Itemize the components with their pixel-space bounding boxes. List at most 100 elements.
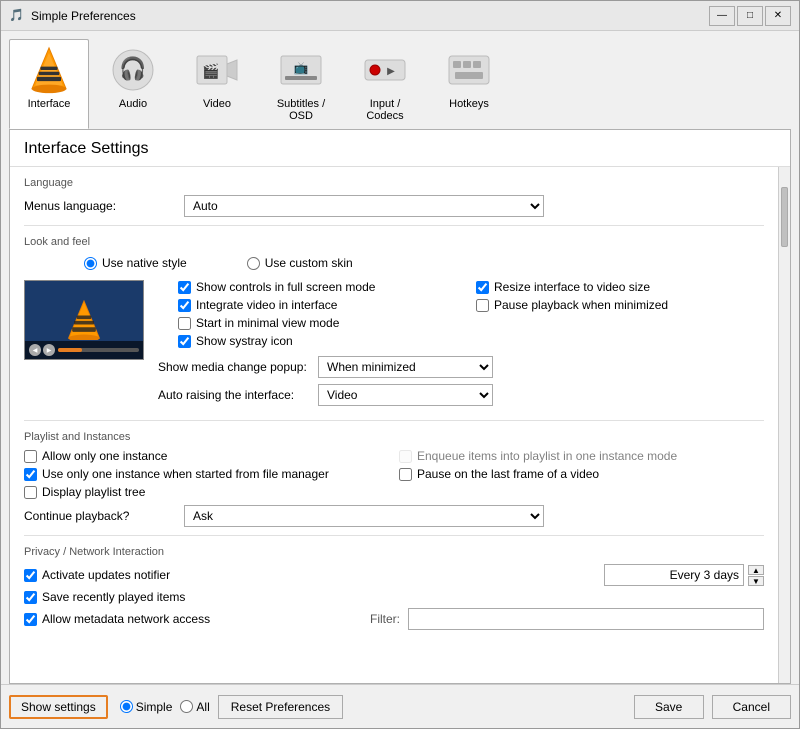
show-media-popup-select[interactable]: When minimized Never Always [318, 356, 493, 378]
nav-label-video: Video [203, 98, 231, 110]
check-display-playlist-label: Display playlist tree [42, 485, 145, 499]
playlist-checkboxes-left: Allow only one instance Use only one ins… [24, 449, 389, 499]
radio-custom-input[interactable] [247, 257, 260, 270]
save-button[interactable]: Save [634, 695, 704, 719]
check-minimal-view-input[interactable] [178, 317, 191, 330]
playlist-section: Playlist and Instances Allow only one in… [24, 431, 764, 527]
check-pause-last[interactable]: Pause on the last frame of a video [399, 467, 764, 481]
check-pause-minimized-input[interactable] [476, 299, 489, 312]
check-recently-played-input[interactable] [24, 591, 37, 604]
updates-row: Activate updates notifier ▲ ▼ [24, 564, 764, 586]
check-one-instance-input[interactable] [24, 450, 37, 463]
minimize-button[interactable]: — [709, 6, 735, 26]
check-resize-video-label: Resize interface to video size [494, 280, 650, 294]
nav-item-hotkeys[interactable]: Hotkeys [429, 39, 509, 129]
check-recently-played-label: Save recently played items [42, 590, 185, 604]
check-pause-last-label: Pause on the last frame of a video [417, 467, 599, 481]
app-icon: 🎵 [9, 8, 25, 24]
check-display-playlist-input[interactable] [24, 486, 37, 499]
nav-label-interface: Interface [28, 98, 71, 110]
continue-playback-select[interactable]: Ask Never Always [184, 505, 544, 527]
updates-up-btn[interactable]: ▲ [748, 565, 764, 575]
nav-item-audio[interactable]: 🎧 Audio [93, 39, 173, 129]
check-one-instance-files-input[interactable] [24, 468, 37, 481]
updates-down-btn[interactable]: ▼ [748, 576, 764, 586]
video-icon: 🎬 [193, 46, 241, 94]
check-updates-input[interactable] [24, 569, 37, 582]
radio-simple[interactable]: Simple [120, 700, 173, 714]
checkboxes-col1: Show controls in full screen mode Integr… [178, 280, 466, 348]
radio-native[interactable]: Use native style [84, 256, 187, 270]
continue-playback-row: Continue playback? Ask Never Always [24, 505, 764, 527]
radio-simple-input[interactable] [120, 700, 133, 713]
check-one-instance[interactable]: Allow only one instance [24, 449, 389, 463]
auto-raising-select[interactable]: Video Audio Never [318, 384, 493, 406]
maximize-button[interactable]: □ [737, 6, 763, 26]
nav-item-subtitles[interactable]: 📺 Subtitles / OSD [261, 39, 341, 129]
check-minimal-view[interactable]: Start in minimal view mode [178, 316, 466, 330]
updates-right: ▲ ▼ [604, 564, 764, 586]
view-mode-radio-group: Simple All [120, 700, 210, 714]
nav-label-audio: Audio [119, 98, 147, 110]
show-media-popup-label: Show media change popup: [158, 360, 318, 374]
filter-label: Filter: [370, 612, 400, 626]
check-integrate-video-input[interactable] [178, 299, 191, 312]
settings-scroll-area[interactable]: Language Menus language: Auto English Fr… [10, 167, 778, 683]
check-resize-video-input[interactable] [476, 281, 489, 294]
radio-all[interactable]: All [180, 700, 209, 714]
check-integrate-video[interactable]: Integrate video in interface [178, 298, 466, 312]
check-pause-last-input[interactable] [399, 468, 412, 481]
look-feel-label: Look and feel [24, 236, 764, 248]
style-radio-group: Use native style Use custom skin [84, 256, 764, 270]
reset-preferences-button[interactable]: Reset Preferences [218, 695, 343, 719]
check-pause-minimized[interactable]: Pause playback when minimized [476, 298, 764, 312]
nav-item-input[interactable]: ▶ Input / Codecs [345, 39, 425, 129]
playlist-section-label: Playlist and Instances [24, 431, 764, 443]
filter-input[interactable] [408, 608, 764, 630]
menus-language-select[interactable]: Auto English French German Spanish [184, 195, 544, 217]
check-enqueue[interactable]: Enqueue items into playlist in one insta… [399, 449, 764, 463]
svg-text:🎧: 🎧 [119, 56, 146, 81]
check-updates[interactable]: Activate updates notifier [24, 568, 604, 582]
auto-raising-label: Auto raising the interface: [158, 388, 318, 402]
radio-native-label: Use native style [102, 256, 187, 270]
vlc-preview-thumbnail: ◀ ▶ [24, 280, 144, 360]
check-systray[interactable]: Show systray icon [178, 334, 466, 348]
vertical-scrollbar[interactable] [778, 167, 790, 683]
radio-custom[interactable]: Use custom skin [247, 256, 353, 270]
check-metadata-label: Allow metadata network access [42, 612, 210, 626]
nav-item-video[interactable]: 🎬 Video [177, 39, 257, 129]
main-window: 🎵 Simple Preferences — □ ✕ [0, 0, 800, 729]
check-systray-label: Show systray icon [196, 334, 293, 348]
check-recently-played[interactable]: Save recently played items [24, 590, 764, 604]
updates-frequency-input[interactable] [604, 564, 744, 586]
check-metadata[interactable]: Allow metadata network access [24, 612, 370, 626]
menus-language-row: Menus language: Auto English French Germ… [24, 195, 764, 217]
page-title: Interface Settings [10, 130, 790, 167]
svg-text:📺: 📺 [294, 61, 309, 75]
nav-item-interface[interactable]: Interface [9, 39, 89, 129]
check-enqueue-input[interactable] [399, 450, 412, 463]
check-minimal-view-label: Start in minimal view mode [196, 316, 339, 330]
title-bar: 🎵 Simple Preferences — □ ✕ [1, 1, 799, 31]
close-button[interactable]: ✕ [765, 6, 791, 26]
check-one-instance-files[interactable]: Use only one instance when started from … [24, 467, 389, 481]
check-fullscreen-label: Show controls in full screen mode [196, 280, 375, 294]
cancel-button[interactable]: Cancel [712, 695, 791, 719]
check-fullscreen-input[interactable] [178, 281, 191, 294]
check-metadata-input[interactable] [24, 613, 37, 626]
content-area: Interface Settings Language Menus langua… [9, 129, 791, 684]
radio-all-input[interactable] [180, 700, 193, 713]
check-systray-input[interactable] [178, 335, 191, 348]
scrollbar-thumb[interactable] [781, 187, 788, 247]
show-settings-button[interactable]: Show settings [9, 695, 108, 719]
hotkeys-icon [445, 46, 493, 94]
check-display-playlist[interactable]: Display playlist tree [24, 485, 389, 499]
nav-label-input: Input / Codecs [356, 98, 414, 122]
audio-icon: 🎧 [109, 46, 157, 94]
window-title: Simple Preferences [31, 9, 709, 23]
radio-all-label: All [196, 700, 209, 714]
check-fullscreen[interactable]: Show controls in full screen mode [178, 280, 466, 294]
check-resize-video[interactable]: Resize interface to video size [476, 280, 764, 294]
radio-native-input[interactable] [84, 257, 97, 270]
